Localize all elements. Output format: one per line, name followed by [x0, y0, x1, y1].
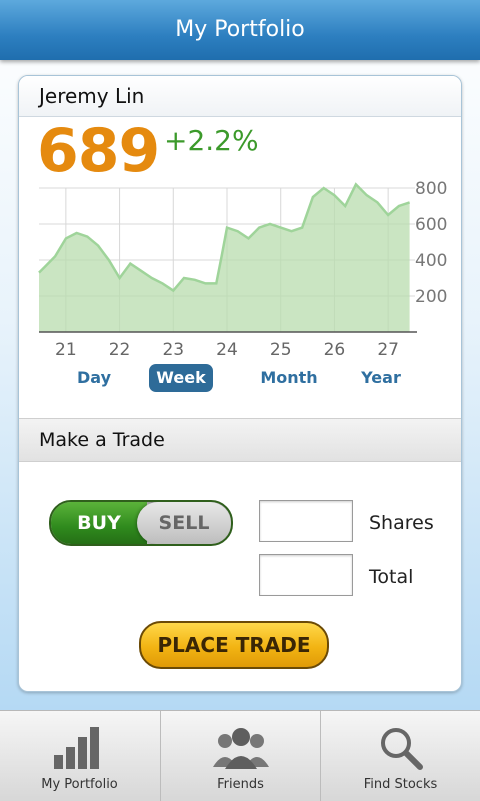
x-tick-label: 22	[108, 340, 131, 360]
page-title: My Portfolio	[175, 17, 305, 42]
tab-friends[interactable]: Friends	[160, 711, 320, 801]
bar-chart-icon	[53, 727, 99, 769]
range-week-button[interactable]: Week	[149, 364, 213, 392]
x-tick-label: 21	[55, 340, 77, 360]
y-axis-ticks: 200 400 600 800	[415, 179, 447, 307]
y-tick-label: 200	[415, 287, 447, 307]
chart-area-series	[39, 184, 410, 332]
buy-option[interactable]: BUY	[51, 502, 147, 544]
bottom-tab-bar: My Portfolio Friends Find Stocks	[0, 710, 480, 801]
trade-section-header: Make a Trade	[19, 418, 461, 462]
x-tick-label: 23	[162, 340, 185, 360]
tab-label-find-stocks: Find Stocks	[363, 777, 438, 792]
tab-label-my-portfolio: My Portfolio	[41, 777, 118, 792]
card-header: Jeremy Lin	[19, 76, 461, 117]
y-tick-label: 600	[415, 215, 447, 235]
x-tick-label: 24	[216, 340, 238, 360]
app-header: My Portfolio	[0, 0, 480, 60]
shares-input[interactable]	[259, 500, 353, 542]
magnifier-icon	[380, 728, 423, 770]
portfolio-card: Jeremy Lin 689 +2.2% 200 400 600 800 21 22 23…	[18, 75, 462, 692]
total-label: Total	[369, 566, 414, 588]
score-change: +2.2%	[164, 124, 259, 157]
range-year-button[interactable]: Year	[353, 364, 409, 392]
friends-icon	[212, 728, 269, 769]
y-tick-label: 400	[415, 251, 447, 271]
range-month-button[interactable]: Month	[257, 364, 321, 392]
x-tick-label: 27	[377, 340, 399, 360]
x-tick-label: 25	[269, 340, 292, 360]
tab-label-friends: Friends	[217, 777, 264, 792]
range-day-button[interactable]: Day	[69, 364, 119, 392]
tab-find-stocks[interactable]: Find Stocks	[320, 711, 480, 801]
x-tick-label: 26	[323, 340, 346, 360]
user-name: Jeremy Lin	[39, 84, 145, 108]
trade-section-title: Make a Trade	[39, 429, 165, 451]
total-input[interactable]	[259, 554, 353, 596]
sell-option[interactable]: SELL	[137, 502, 231, 544]
tab-my-portfolio[interactable]: My Portfolio	[0, 711, 159, 801]
shares-label: Shares	[369, 512, 434, 534]
place-trade-button[interactable]: PLACE TRADE	[139, 621, 329, 669]
y-tick-label: 800	[415, 179, 447, 199]
buy-sell-toggle[interactable]: BUY SELL	[49, 500, 233, 546]
